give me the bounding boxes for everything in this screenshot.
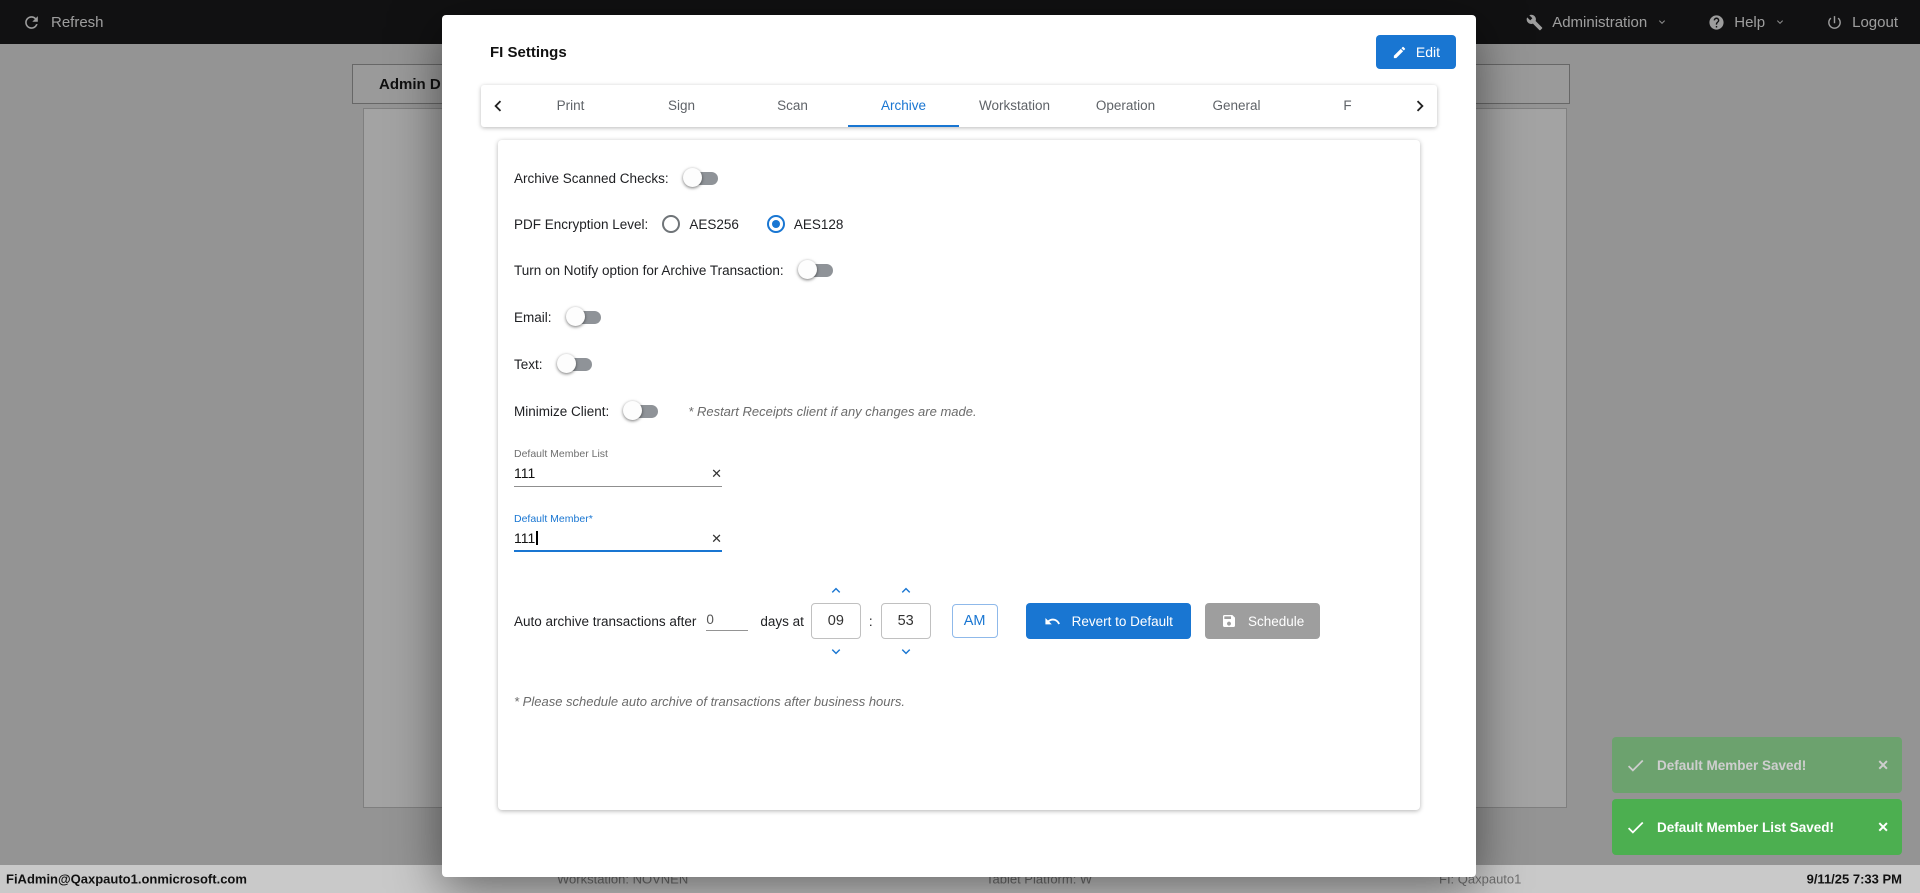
chevron-down-icon	[824, 643, 848, 660]
auto-archive-note: * Please schedule auto archive of transa…	[514, 694, 905, 709]
settings-tab-bar: Print Sign Scan Archive Workstation Oper…	[481, 85, 1437, 127]
auto-archive-days-input[interactable]: 0	[706, 612, 749, 631]
aes256-radio[interactable]	[662, 215, 681, 233]
save-icon	[1221, 613, 1237, 629]
am-pm-toggle-button[interactable]: AM	[951, 604, 998, 638]
tab-archive[interactable]: Archive	[848, 85, 959, 127]
auto-archive-label: Auto archive transactions after	[514, 613, 697, 629]
toast-stack: Default Member Saved! ✕ Default Member L…	[1612, 737, 1902, 855]
archive-scanned-checks-row: Archive Scanned Checks:	[514, 168, 1400, 188]
schedule-button-label: Schedule	[1247, 613, 1305, 629]
minute-input[interactable]: 53	[880, 603, 931, 639]
check-icon	[1625, 755, 1646, 776]
statusbar-datetime: 9/11/25 7:33 PM	[1806, 871, 1902, 887]
chevron-up-icon	[894, 582, 918, 599]
aes256-label: AES256	[689, 216, 739, 232]
default-member-list-value: 111	[514, 465, 536, 481]
minute-spinner: 53	[880, 582, 931, 660]
dialog-title: FI Settings	[490, 43, 567, 61]
default-member-value: 111	[514, 530, 536, 546]
edit-button[interactable]: Edit	[1375, 35, 1456, 69]
close-icon[interactable]: ✕	[1877, 757, 1889, 774]
text-label: Text:	[514, 356, 543, 372]
tab-operation[interactable]: Operation	[1070, 85, 1181, 127]
tab-workstation[interactable]: Workstation	[959, 85, 1070, 127]
hour-decrement-button[interactable]	[824, 643, 848, 660]
default-member-list-label: Default Member List	[514, 448, 608, 460]
pdf-encryption-row: PDF Encryption Level: AES256 AES128	[514, 215, 1400, 233]
aes128-label: AES128	[793, 216, 844, 232]
minute-decrement-button[interactable]	[894, 643, 918, 660]
minimize-client-toggle[interactable]	[623, 401, 660, 421]
toast-default-member-saved: Default Member Saved! ✕	[1612, 737, 1902, 793]
tabs-scroll-left-button[interactable]	[481, 85, 515, 127]
schedule-button[interactable]: Schedule	[1204, 603, 1321, 639]
check-icon	[1625, 817, 1646, 838]
notify-label: Turn on Notify option for Archive Transa…	[514, 262, 784, 278]
text-toggle[interactable]	[556, 354, 594, 374]
aes128-radio[interactable]	[766, 215, 785, 233]
chevron-left-icon	[487, 95, 509, 117]
toast-message: Default Member List Saved!	[1657, 819, 1835, 835]
time-separator: :	[868, 613, 873, 629]
tab-sign[interactable]: Sign	[626, 85, 737, 127]
tab-scan[interactable]: Scan	[737, 85, 848, 127]
clear-icon[interactable]: ✕	[711, 467, 722, 480]
archive-settings-panel: Archive Scanned Checks: PDF Encryption L…	[498, 140, 1420, 810]
email-label: Email:	[514, 309, 552, 325]
tab-truncated[interactable]: F	[1292, 85, 1403, 127]
default-member-list-input[interactable]: 111 ✕	[514, 465, 722, 487]
archive-scanned-checks-label: Archive Scanned Checks:	[514, 170, 669, 186]
email-row: Email:	[514, 307, 1400, 327]
tab-print[interactable]: Print	[515, 85, 626, 127]
statusbar-user: FiAdmin@Qaxpauto1.onmicrosoft.com	[6, 871, 247, 887]
pdf-encryption-label: PDF Encryption Level:	[514, 216, 649, 232]
fi-settings-dialog: FI Settings Edit Print Sign Scan Archive…	[442, 15, 1476, 877]
text-caret	[536, 531, 538, 545]
close-icon[interactable]: ✕	[1877, 819, 1889, 836]
auto-archive-row: Auto archive transactions after 0 days a…	[514, 582, 1400, 660]
days-at-label: days at	[760, 613, 804, 629]
toast-default-member-list-saved: Default Member List Saved! ✕	[1612, 799, 1902, 855]
undo-icon	[1044, 613, 1061, 630]
hour-input[interactable]: 09	[810, 603, 861, 639]
chevron-right-icon	[1409, 95, 1431, 117]
dialog-header: FI Settings Edit	[442, 15, 1476, 83]
notify-toggle[interactable]	[797, 260, 835, 280]
tabs-scroll-right-button[interactable]	[1403, 85, 1437, 127]
tab-general[interactable]: General	[1181, 85, 1292, 127]
chevron-up-icon	[824, 582, 848, 599]
notify-row: Turn on Notify option for Archive Transa…	[514, 260, 1400, 280]
restart-client-note: * Restart Receipts client if any changes…	[688, 403, 977, 419]
default-member-input[interactable]: 111 ✕	[514, 530, 722, 552]
default-member-list-field[interactable]: Default Member List 111 ✕	[514, 448, 722, 487]
revert-to-default-button[interactable]: Revert to Default	[1025, 603, 1191, 639]
chevron-down-icon	[894, 643, 918, 660]
pencil-icon	[1392, 45, 1407, 60]
email-toggle[interactable]	[565, 307, 603, 327]
text-row: Text:	[514, 354, 1400, 374]
archive-scanned-checks-toggle[interactable]	[682, 168, 720, 188]
edit-button-label: Edit	[1415, 44, 1440, 60]
minimize-client-label: Minimize Client:	[514, 403, 610, 419]
minute-increment-button[interactable]	[894, 582, 918, 599]
hour-increment-button[interactable]	[824, 582, 848, 599]
default-member-field[interactable]: Default Member* 111 ✕	[514, 513, 722, 552]
minimize-client-row: Minimize Client: * Restart Receipts clie…	[514, 401, 1400, 421]
clear-icon[interactable]: ✕	[711, 532, 722, 545]
hour-spinner: 09	[810, 582, 861, 660]
toast-message: Default Member Saved!	[1657, 757, 1807, 773]
default-member-label: Default Member*	[514, 513, 593, 525]
revert-button-label: Revert to Default	[1071, 613, 1173, 629]
